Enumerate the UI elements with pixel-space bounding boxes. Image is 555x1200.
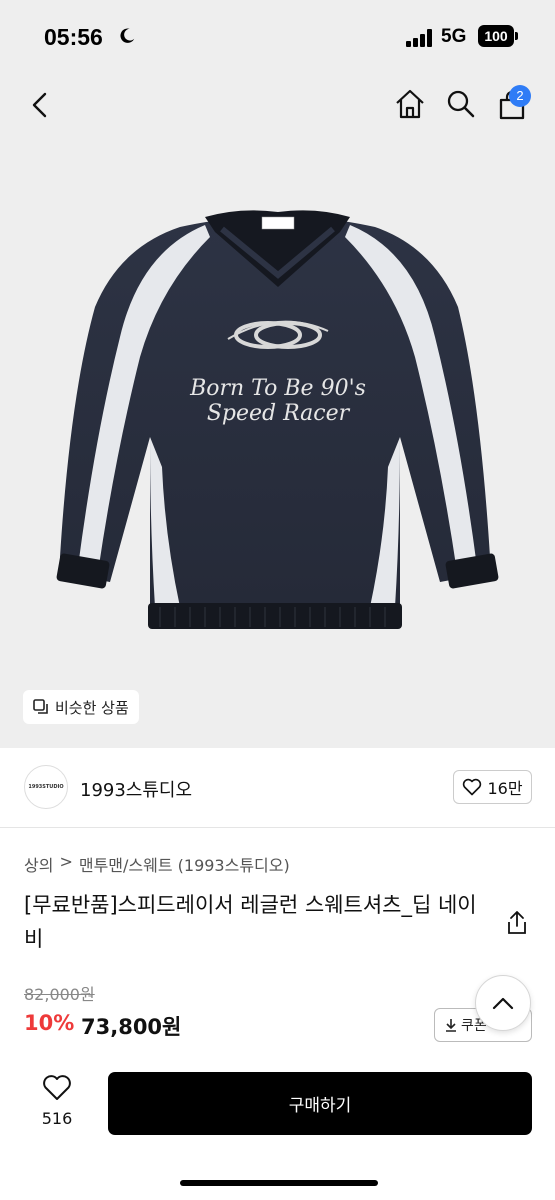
discount-rate: 10% (24, 1011, 75, 1035)
similar-icon (33, 699, 48, 714)
chevron-up-icon (492, 997, 514, 1010)
battery-tip (515, 32, 518, 40)
battery-icon: 100 (478, 25, 514, 47)
chevron-right-icon: > (59, 852, 73, 871)
garment-text-line1: Born To Be 90's (189, 376, 366, 401)
nav-bar: 2 (0, 75, 555, 137)
buy-button[interactable]: 구매하기 (108, 1072, 532, 1135)
back-arrow-icon[interactable] (28, 91, 52, 119)
garment-text-line2: Speed Racer (207, 401, 351, 426)
original-price: 82,000원 (24, 985, 95, 1004)
moon-icon (120, 28, 135, 43)
product-image[interactable]: Born To Be 90's Speed Racer (0, 137, 555, 748)
bottom-bar: 516 구매하기 (0, 1052, 555, 1200)
similar-label: 비슷한 상품 (55, 698, 129, 717)
sale-price: 73,800원 (81, 1015, 182, 1039)
scroll-to-top-button[interactable] (475, 975, 531, 1031)
heart-icon (463, 778, 482, 796)
share-icon[interactable] (505, 910, 529, 936)
wish-count: 516 (41, 1109, 73, 1128)
cart-badge: 2 (509, 85, 531, 107)
brand-row[interactable]: 1993STUDIO 1993스튜디오 16만 (0, 748, 555, 828)
signal-icon (406, 29, 434, 47)
brand-like-button[interactable]: 16만 (453, 770, 532, 804)
breadcrumb-level1[interactable]: 상의 (24, 852, 53, 876)
brand-logo[interactable]: 1993STUDIO (24, 765, 68, 809)
status-time: 05:56 (44, 24, 103, 50)
similar-products-button[interactable]: 비슷한 상품 (23, 690, 139, 724)
status-bar: 05:56 5G 100 (0, 0, 555, 75)
sweatshirt-illustration: Born To Be 90's Speed Racer (56, 210, 499, 629)
network-label: 5G (441, 26, 467, 47)
breadcrumb-level2[interactable]: 맨투맨/스웨트 (1993스튜디오) (79, 852, 290, 876)
brand-like-count: 16만 (487, 779, 523, 798)
home-indicator (180, 1180, 378, 1186)
download-icon (446, 1019, 456, 1032)
product-title: [무료반품]스피드레이서 레글런 스웨트셔츠_딥 네이비 (24, 893, 477, 951)
breadcrumb: 상의 > 맨투맨/스웨트 (1993스튜디오) (24, 852, 290, 876)
search-icon[interactable] (446, 89, 476, 119)
brand-name[interactable]: 1993스튜디오 (80, 776, 192, 802)
home-icon[interactable] (394, 88, 426, 120)
heart-icon (43, 1075, 71, 1100)
wish-button[interactable]: 516 (35, 1074, 79, 1128)
